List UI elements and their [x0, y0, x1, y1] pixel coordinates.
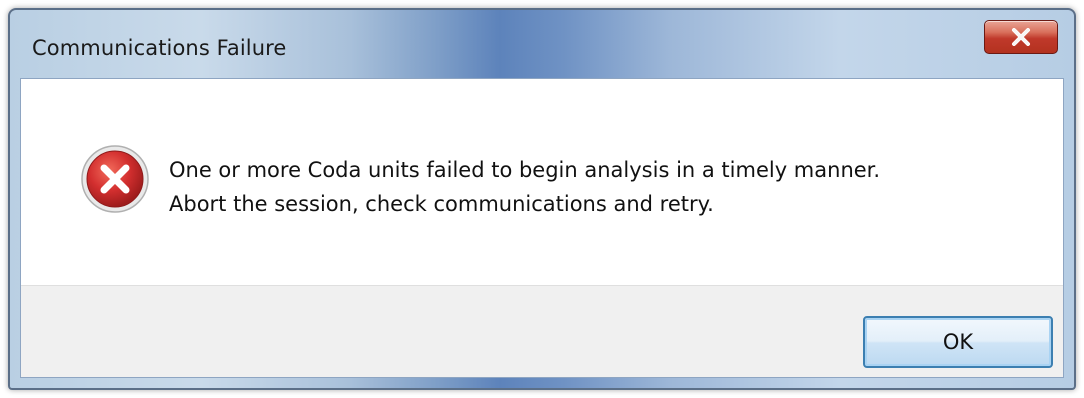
close-button[interactable]	[984, 20, 1058, 54]
message-area: One or more Coda units failed to begin a…	[21, 79, 1063, 285]
dialog-window: Communications Failure One or more Coda …	[8, 8, 1076, 390]
error-message: One or more Coda units failed to begin a…	[169, 153, 880, 221]
dialog-body: One or more Coda units failed to begin a…	[20, 78, 1064, 378]
close-icon	[1012, 28, 1030, 46]
dialog-title: Communications Failure	[32, 36, 287, 60]
ok-button[interactable]: OK	[863, 316, 1053, 368]
message-line-1: One or more Coda units failed to begin a…	[169, 158, 881, 182]
title-bar[interactable]: Communications Failure	[10, 10, 1074, 78]
message-line-2: Abort the session, check communications …	[169, 192, 714, 216]
error-icon	[81, 145, 149, 213]
button-bar: OK	[21, 285, 1063, 377]
